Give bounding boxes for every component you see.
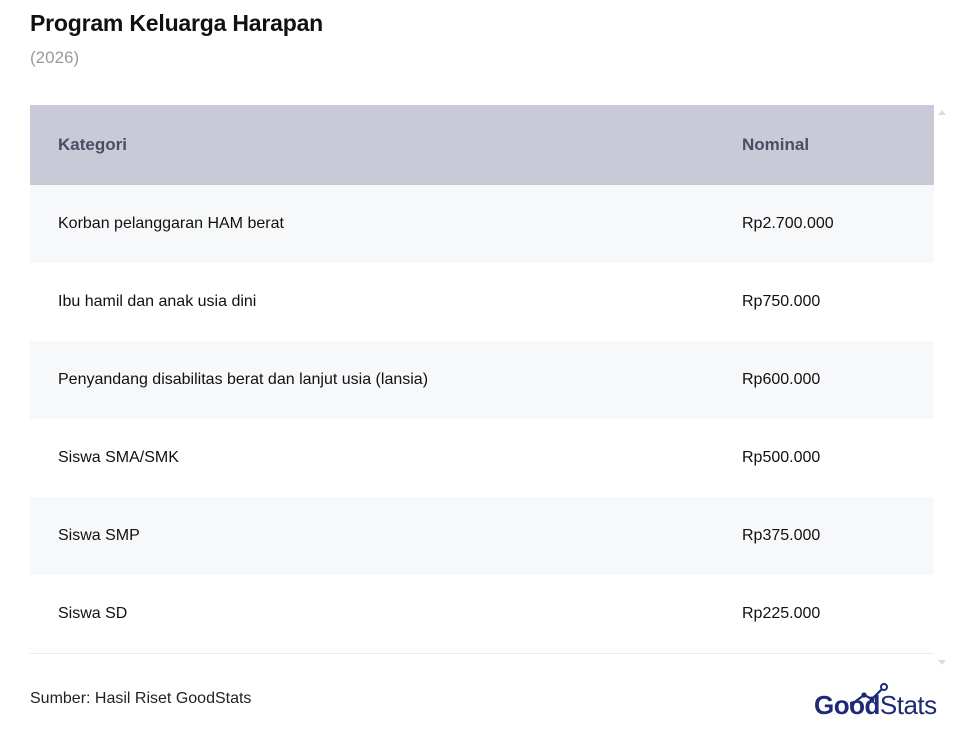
data-table: Kategori Nominal Korban pelanggaran HAM …	[30, 105, 934, 653]
table-cell-kategori: Korban pelanggaran HAM berat	[58, 215, 284, 232]
scroll-up-arrow-icon[interactable]	[938, 110, 946, 115]
scroll-down-arrow-icon[interactable]	[938, 660, 946, 665]
table-row: Siswa SMP Rp375.000	[30, 497, 934, 575]
data-table-container: Kategori Nominal Korban pelanggaran HAM …	[30, 105, 934, 654]
column-header-kategori: Kategori	[58, 135, 127, 154]
table-row: Penyandang disabilitas berat dan lanjut …	[30, 341, 934, 419]
table-row: Siswa SD Rp225.000	[30, 575, 934, 653]
logo-wordmark: GoodStats	[814, 690, 937, 720]
table-row: Korban pelanggaran HAM berat Rp2.700.000	[30, 185, 934, 263]
table-cell-nominal: Rp500.000	[742, 449, 821, 466]
table-cell-nominal: Rp600.000	[742, 371, 821, 388]
column-header-nominal: Nominal	[742, 135, 810, 154]
chart-subtitle: (2026)	[30, 48, 80, 67]
table-cell-kategori: Siswa SMP	[58, 527, 140, 544]
source-note: Sumber: Hasil Riset GoodStats	[30, 690, 252, 707]
table-header-row: Kategori Nominal	[30, 105, 934, 185]
table-cell-nominal: Rp375.000	[742, 527, 821, 544]
table-cell-kategori: Siswa SMA/SMK	[58, 449, 179, 466]
table-row: Ibu hamil dan anak usia dini Rp750.000	[30, 263, 934, 341]
logo-text-good: Good	[814, 690, 880, 720]
chart-title: Program Keluarga Harapan	[30, 10, 324, 36]
table-cell-nominal: Rp2.700.000	[742, 215, 834, 232]
table-cell-kategori: Ibu hamil dan anak usia dini	[58, 293, 257, 310]
table-cell-kategori: Penyandang disabilitas berat dan lanjut …	[58, 371, 429, 388]
table-cell-nominal: Rp750.000	[742, 293, 821, 310]
table-row: Siswa SMA/SMK Rp500.000	[30, 419, 934, 497]
table-cell-nominal: Rp225.000	[742, 605, 821, 622]
table-cell-kategori: Siswa SD	[58, 605, 128, 622]
logo-text-stats: Stats	[879, 690, 937, 720]
goodstats-logo: GoodStats	[814, 682, 954, 726]
